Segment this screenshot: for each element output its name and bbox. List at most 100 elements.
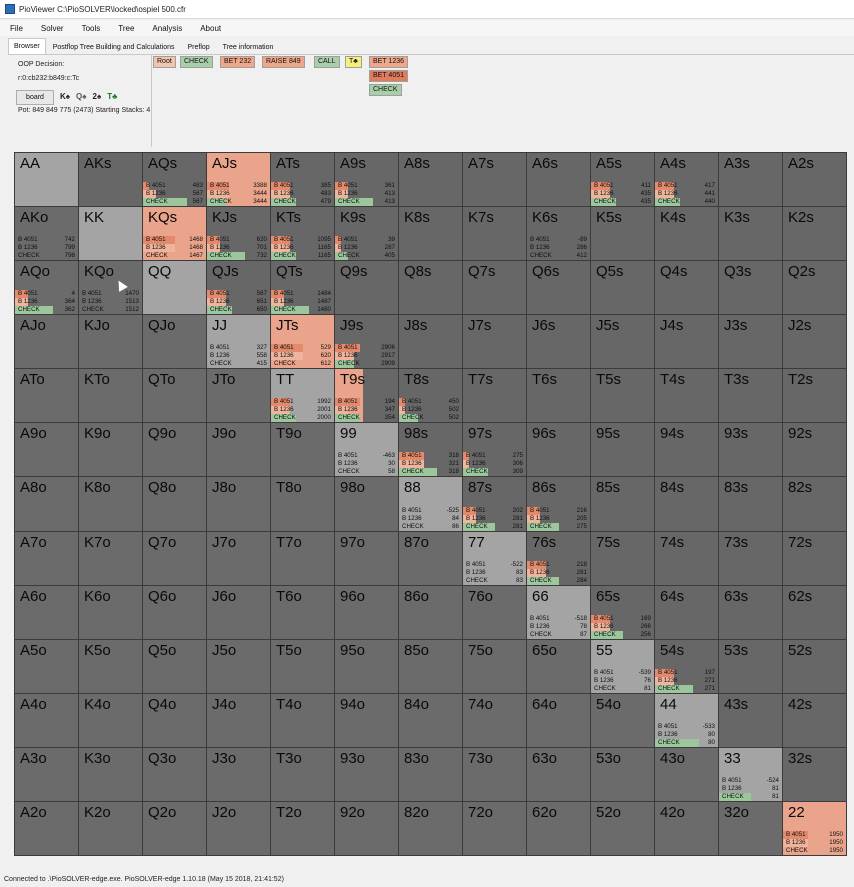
hand-cell-94s[interactable]: 94s: [655, 423, 718, 477]
hand-cell-q2o[interactable]: Q2o: [143, 801, 206, 855]
hand-cell-q2s[interactable]: Q2s: [783, 261, 846, 315]
hand-cell-q9o[interactable]: Q9o: [143, 423, 206, 477]
hand-cell-k4o[interactable]: K4o: [79, 693, 142, 747]
hand-cell-q5o[interactable]: Q5o: [143, 639, 206, 693]
hand-cell-88[interactable]: 88 B 4051 -525 B 1236 84 CHECK 86: [399, 477, 462, 531]
hand-cell-q8o[interactable]: Q8o: [143, 477, 206, 531]
hand-cell-76o[interactable]: 76o: [463, 585, 526, 639]
hand-cell-97o[interactable]: 97o: [335, 531, 398, 585]
hand-cell-t6s[interactable]: T6s: [527, 369, 590, 423]
hand-cell-jts[interactable]: JTs B 4051 529 B 1236 620 CHECK 612: [271, 315, 334, 369]
hand-cell-ako[interactable]: AKo B 4051 742 B 1236 799 CHECK 798: [15, 207, 78, 261]
hand-cell-63s[interactable]: 63s: [719, 585, 782, 639]
hand-cell-a7s[interactable]: A7s: [463, 153, 526, 207]
hand-cell-a6o[interactable]: A6o: [15, 585, 78, 639]
hand-cell-q6s[interactable]: Q6s: [527, 261, 590, 315]
hand-cell-94o[interactable]: 94o: [335, 693, 398, 747]
hand-cell-j9s[interactable]: J9s B 4051 2906 B 1236 2917 CHECK 2909: [335, 315, 398, 369]
hand-cell-kjs[interactable]: KJs B 4051 620 B 1236 701 CHECK 732: [207, 207, 270, 261]
hand-cell-j8o[interactable]: J8o: [207, 477, 270, 531]
tab-preflop[interactable]: Preflop: [181, 40, 215, 54]
hand-cell-q3o[interactable]: Q3o: [143, 747, 206, 801]
hand-cell-98s[interactable]: 98s B 4051 318 B 1236 321 CHECK 318: [399, 423, 462, 477]
hand-cell-k5o[interactable]: K5o: [79, 639, 142, 693]
hand-cell-a6s[interactable]: A6s: [527, 153, 590, 207]
hand-cell-k9o[interactable]: K9o: [79, 423, 142, 477]
hand-cell-85s[interactable]: 85s: [591, 477, 654, 531]
hand-cell-a3s[interactable]: A3s: [719, 153, 782, 207]
hand-cell-j7s[interactable]: J7s: [463, 315, 526, 369]
hand-cell-k8o[interactable]: K8o: [79, 477, 142, 531]
hand-cell-kto[interactable]: KTo: [79, 369, 142, 423]
hand-cell-qto[interactable]: QTo: [143, 369, 206, 423]
hand-cell-a2o[interactable]: A2o: [15, 801, 78, 855]
hand-cell-t5o[interactable]: T5o: [271, 639, 334, 693]
hand-cell-62o[interactable]: 62o: [527, 801, 590, 855]
hand-cell-ats[interactable]: ATs B 4051 385 B 1236 483 CHECK 479: [271, 153, 334, 207]
hand-cell-k3o[interactable]: K3o: [79, 747, 142, 801]
hand-cell-k2o[interactable]: K2o: [79, 801, 142, 855]
hand-cell-42o[interactable]: 42o: [655, 801, 718, 855]
hand-cell-j4o[interactable]: J4o: [207, 693, 270, 747]
hand-cell-77[interactable]: 77 B 4051 -522 B 1236 83 CHECK 83: [463, 531, 526, 585]
hand-cell-72s[interactable]: 72s: [783, 531, 846, 585]
hand-cell-32o[interactable]: 32o: [719, 801, 782, 855]
hand-cell-55[interactable]: 55 B 4051 -539 B 1236 76 CHECK 81: [591, 639, 654, 693]
hand-cell-t7s[interactable]: T7s: [463, 369, 526, 423]
hand-cell-kqs[interactable]: KQs B 4051 1468 B 1236 1468 CHECK 1467: [143, 207, 206, 261]
hand-cell-k5s[interactable]: K5s: [591, 207, 654, 261]
hand-cell-73o[interactable]: 73o: [463, 747, 526, 801]
hand-cell-53s[interactable]: 53s: [719, 639, 782, 693]
hand-cell-66[interactable]: 66 B 4051 -518 B 1236 78 CHECK 87: [527, 585, 590, 639]
hand-cell-kjo[interactable]: KJo: [79, 315, 142, 369]
hand-cell-t9s[interactable]: T9s B 4051 194 B 1236 347 CHECK 354: [335, 369, 398, 423]
hand-cell-t4s[interactable]: T4s: [655, 369, 718, 423]
hand-cell-k4s[interactable]: K4s: [655, 207, 718, 261]
hand-cell-t3o[interactable]: T3o: [271, 747, 334, 801]
hand-cell-75o[interactable]: 75o: [463, 639, 526, 693]
tab-tree-information[interactable]: Tree information: [217, 40, 280, 54]
hand-cell-k6s[interactable]: K6s B 4051 -89 B 1236 286 CHECK 412: [527, 207, 590, 261]
hand-cell-aks[interactable]: AKs: [79, 153, 142, 207]
menu-file[interactable]: File: [0, 24, 32, 33]
hand-cell-q7o[interactable]: Q7o: [143, 531, 206, 585]
hand-cell-qq[interactable]: QQ: [143, 261, 206, 315]
hand-cell-q8s[interactable]: Q8s: [399, 261, 462, 315]
hand-cell-a4s[interactable]: A4s B 4051 417 B 1236 441 CHECK 440: [655, 153, 718, 207]
hand-cell-a8o[interactable]: A8o: [15, 477, 78, 531]
hand-cell-43s[interactable]: 43s: [719, 693, 782, 747]
hand-cell-75s[interactable]: 75s: [591, 531, 654, 585]
hand-cell-86s[interactable]: 86s B 4051 216 B 1236 205 CHECK 275: [527, 477, 590, 531]
hand-cell-84s[interactable]: 84s: [655, 477, 718, 531]
hand-cell-k8s[interactable]: K8s: [399, 207, 462, 261]
hand-cell-j5o[interactable]: J5o: [207, 639, 270, 693]
hand-cell-95o[interactable]: 95o: [335, 639, 398, 693]
hand-cell-72o[interactable]: 72o: [463, 801, 526, 855]
hand-cell-j6s[interactable]: J6s: [527, 315, 590, 369]
hand-cell-kqo[interactable]: KQo B 4051 1470 B 1236 1513 CHECK 1512: [79, 261, 142, 315]
hand-cell-a9o[interactable]: A9o: [15, 423, 78, 477]
hand-cell-92s[interactable]: 92s: [783, 423, 846, 477]
hand-cell-j9o[interactable]: J9o: [207, 423, 270, 477]
hand-cell-j3o[interactable]: J3o: [207, 747, 270, 801]
hand-cell-63o[interactable]: 63o: [527, 747, 590, 801]
hand-cell-99[interactable]: 99 B 4051 -463 B 1236 30 CHECK 58: [335, 423, 398, 477]
hand-cell-a3o[interactable]: A3o: [15, 747, 78, 801]
hand-cell-tt[interactable]: TT B 4051 1992 B 1236 2001 CHECK 2000: [271, 369, 334, 423]
hand-cell-t9o[interactable]: T9o: [271, 423, 334, 477]
hand-cell-93s[interactable]: 93s: [719, 423, 782, 477]
hand-cell-a5o[interactable]: A5o: [15, 639, 78, 693]
hand-cell-t4o[interactable]: T4o: [271, 693, 334, 747]
hand-cell-q3s[interactable]: Q3s: [719, 261, 782, 315]
hand-cell-53o[interactable]: 53o: [591, 747, 654, 801]
hand-cell-t6o[interactable]: T6o: [271, 585, 334, 639]
hand-cell-a2s[interactable]: A2s: [783, 153, 846, 207]
hand-cell-86o[interactable]: 86o: [399, 585, 462, 639]
hand-cell-j8s[interactable]: J8s: [399, 315, 462, 369]
hand-cell-k3s[interactable]: K3s: [719, 207, 782, 261]
hand-cell-82s[interactable]: 82s: [783, 477, 846, 531]
hand-cell-97s[interactable]: 97s B 4051 275 B 1236 306 CHECK 309: [463, 423, 526, 477]
hand-cell-62s[interactable]: 62s: [783, 585, 846, 639]
hand-cell-qjo[interactable]: QJo: [143, 315, 206, 369]
hand-cell-87o[interactable]: 87o: [399, 531, 462, 585]
